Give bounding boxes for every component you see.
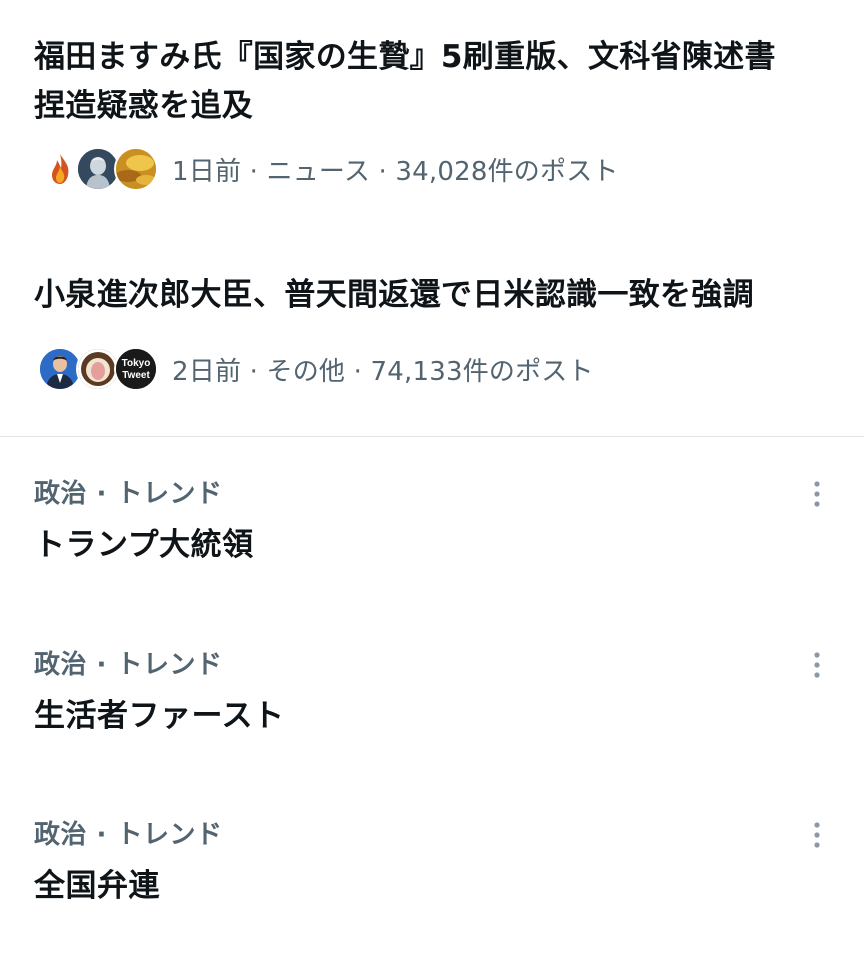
- news-meta-text: 2日前 · その他 · 74,133件のポスト: [172, 356, 594, 387]
- trend-name: トランプ大統領: [34, 527, 254, 563]
- svg-text:Tokyo: Tokyo: [122, 358, 151, 369]
- golden-sky-avatar: [114, 147, 158, 191]
- news-title-line-1: 小泉進次郎大臣、普天間返還で日米認識一致を強調: [34, 277, 754, 313]
- news-title: 福田ますみ氏『国家の生贄』5刷重版、文科省陳述書 捏造疑惑を追及: [34, 33, 834, 131]
- news-title: 小泉進次郎大臣、普天間返還で日米認識一致を強調: [34, 271, 834, 320]
- tokyo-tweet-avatar: Tokyo Tweet: [114, 347, 158, 391]
- news-title-line-2: 捏造疑惑を追及: [34, 88, 254, 124]
- news-item-koizumi[interactable]: 小泉進次郎大臣、普天間返還で日米認識一致を強調 Tokyo Tweet 2日前 …: [34, 271, 834, 394]
- food-icon: [78, 349, 118, 389]
- more-options-button[interactable]: [800, 818, 834, 852]
- more-vertical-icon: [814, 822, 820, 848]
- news-meta: 1日前 · ニュース · 34,028件のポスト: [34, 144, 834, 194]
- more-options-button[interactable]: [800, 477, 834, 511]
- trend-item-seikatsusha-first[interactable]: 政治 · トレンド 生活者ファースト: [34, 648, 834, 798]
- trend-name: 全国弁連: [34, 868, 160, 904]
- more-options-button[interactable]: [800, 648, 834, 682]
- trend-item-zenkoku-benren[interactable]: 政治 · トレンド 全国弁連: [34, 818, 834, 968]
- statue-icon: [78, 149, 118, 189]
- news-item-fukuda[interactable]: 福田ますみ氏『国家の生贄』5刷重版、文科省陳述書 捏造疑惑を追及 1日前 · ニ…: [34, 33, 834, 194]
- avatar-group: Tokyo Tweet: [38, 347, 158, 391]
- politician-icon: [40, 349, 80, 389]
- more-vertical-icon: [814, 481, 820, 507]
- svg-text:Tweet: Tweet: [122, 370, 150, 381]
- news-title-line-1: 福田ますみ氏『国家の生贄』5刷重版、文科省陳述書: [34, 39, 776, 75]
- trend-category: 政治 · トレンド: [34, 479, 223, 509]
- golden-sky-icon: [116, 149, 156, 189]
- news-meta: Tokyo Tweet 2日前 · その他 · 74,133件のポスト: [34, 344, 834, 394]
- section-divider: [0, 436, 864, 437]
- flame-icon: [52, 154, 69, 184]
- more-vertical-icon: [814, 652, 820, 678]
- trend-category: 政治 · トレンド: [34, 820, 223, 850]
- news-meta-text: 1日前 · ニュース · 34,028件のポスト: [172, 156, 619, 187]
- tokyo-tweet-logo: Tokyo Tweet: [116, 349, 156, 389]
- avatar-group: [38, 147, 158, 191]
- trend-name: 生活者ファースト: [34, 698, 285, 734]
- trend-item-trump[interactable]: 政治 · トレンド トランプ大統領: [34, 477, 834, 627]
- trend-category: 政治 · トレンド: [34, 650, 223, 680]
